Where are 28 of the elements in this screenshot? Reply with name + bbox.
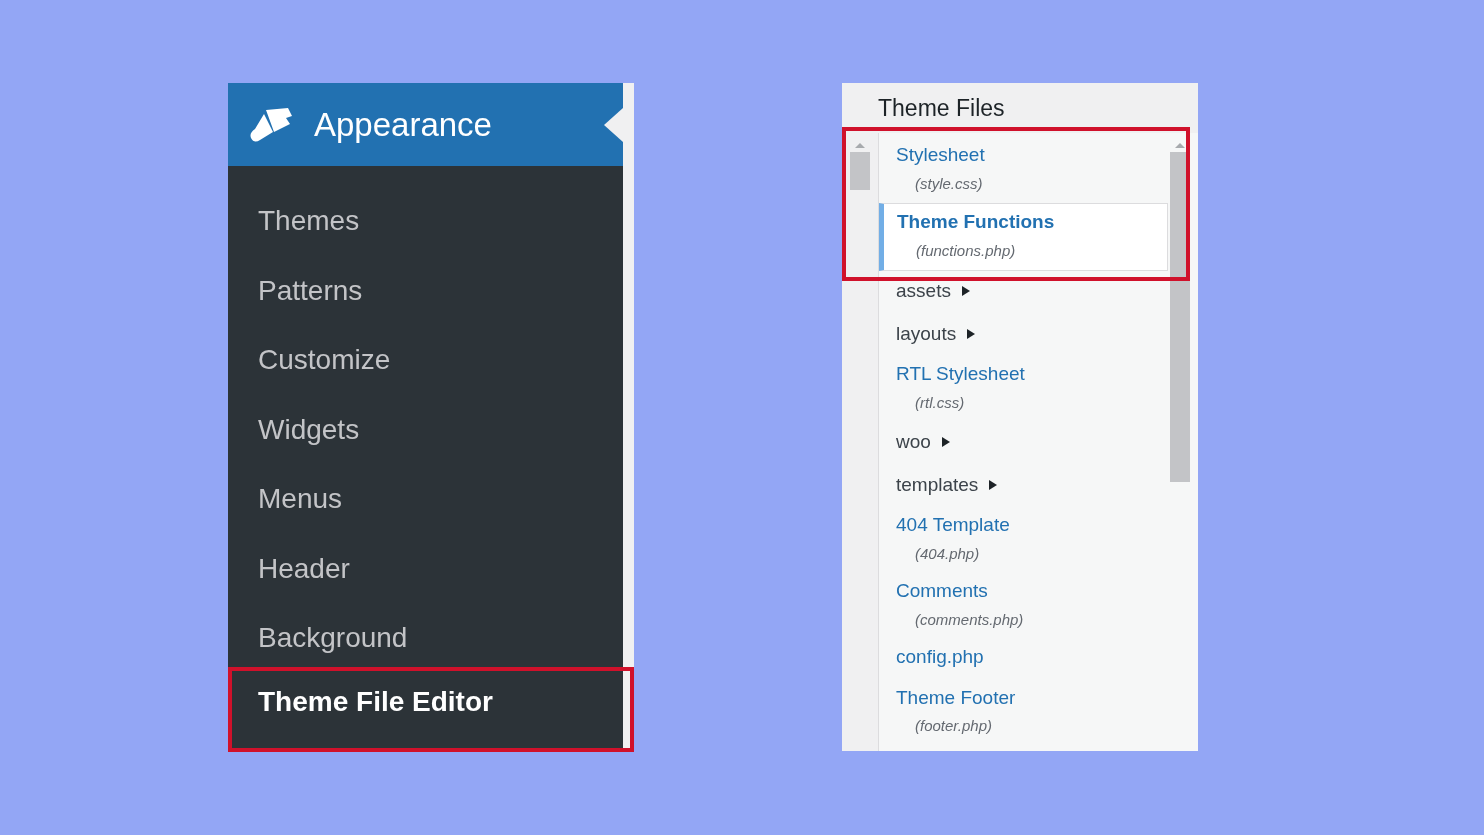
expand-arrow-icon[interactable] xyxy=(940,436,951,449)
folder-name[interactable]: layouts xyxy=(896,319,957,348)
folder-name[interactable]: woo xyxy=(896,428,931,457)
file-link[interactable]: RTL Stylesheet xyxy=(896,360,1025,389)
panel-title: Theme Files xyxy=(842,83,1198,133)
file-name: (comments.php) xyxy=(914,609,1025,630)
submenu-item[interactable]: Theme File Editor xyxy=(228,666,634,752)
file-name: (footer.php) xyxy=(914,716,993,736)
paintbrush-icon xyxy=(248,105,294,144)
file-link[interactable]: Theme Functions xyxy=(897,208,1055,237)
file-name: (rtl.css) xyxy=(914,392,966,413)
expand-arrow-icon[interactable] xyxy=(960,285,971,298)
expand-arrow-icon[interactable] xyxy=(966,327,977,340)
folder-name[interactable]: assets xyxy=(896,277,951,306)
file-link[interactable]: config.php xyxy=(896,643,984,672)
file-name: (functions.php) xyxy=(915,240,1017,261)
left-scrollbar[interactable] xyxy=(842,133,878,751)
menu-header[interactable]: Appearance xyxy=(228,83,623,166)
folder-name[interactable]: templates xyxy=(896,470,979,499)
file-link[interactable]: Theme Footer xyxy=(896,683,1016,712)
menu-title: Appearance xyxy=(314,104,492,145)
file-link[interactable]: Stylesheet xyxy=(896,141,985,170)
file-link[interactable]: 404 Template xyxy=(896,511,1010,540)
file-link[interactable]: Comments xyxy=(896,577,988,606)
expand-arrow-icon[interactable] xyxy=(988,478,999,491)
current-menu-pointer xyxy=(604,107,623,142)
file-name: (style.css) xyxy=(914,173,984,194)
file-name: (404.php) xyxy=(914,543,981,564)
